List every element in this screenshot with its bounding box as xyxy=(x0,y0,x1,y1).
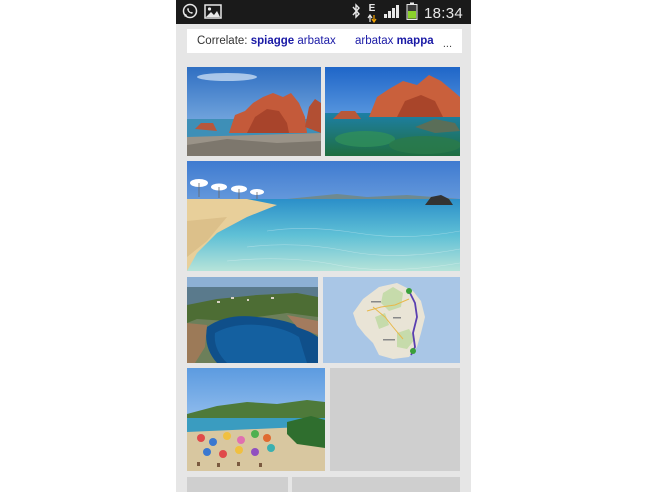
battery-icon xyxy=(406,2,418,25)
rocky-cove-aerial-photo[interactable] xyxy=(187,277,318,363)
network-type-label: E xyxy=(368,3,376,14)
related-label-group: Correlate: spiagge arbatax xyxy=(197,29,336,53)
signal-icon xyxy=(383,3,400,24)
loading-placeholder xyxy=(187,477,288,492)
sardinia-route-map-image[interactable] xyxy=(323,277,460,363)
more-related-button[interactable]: ... xyxy=(443,32,452,53)
clock: 18:34 xyxy=(423,5,463,22)
whatsapp-icon xyxy=(182,3,198,24)
data-arrows-icon: E xyxy=(367,4,377,23)
related-label: Correlate: xyxy=(197,35,248,47)
related-searches-bar: Correlate: spiagge arbatax arbatax mappa… xyxy=(187,29,462,53)
gallery-icon xyxy=(204,3,222,24)
status-bar: E 18:34 xyxy=(176,0,471,24)
related-link-text: arbatax xyxy=(297,35,336,47)
related-link-text: arbatax xyxy=(355,35,394,47)
related-link-bold: mappa xyxy=(396,35,434,47)
crowded-beach-photo[interactable] xyxy=(187,368,325,471)
loading-placeholder xyxy=(330,368,460,471)
loading-placeholder xyxy=(292,477,460,492)
related-link-spiagge-arbatax[interactable]: spiagge arbatax xyxy=(251,35,336,47)
phone-screen: E 18:34 Correlate: spiagge arbatax arbat… xyxy=(176,0,471,492)
beach-umbrellas-shore-photo[interactable] xyxy=(187,161,460,271)
red-rocks-clear-water-photo[interactable] xyxy=(325,67,460,156)
red-rocks-arbatax-photo[interactable] xyxy=(187,67,321,156)
bluetooth-icon xyxy=(351,3,361,24)
related-link-arbatax-mappa[interactable]: arbatax mappa xyxy=(355,29,434,53)
related-link-bold: spiagge xyxy=(250,35,295,47)
